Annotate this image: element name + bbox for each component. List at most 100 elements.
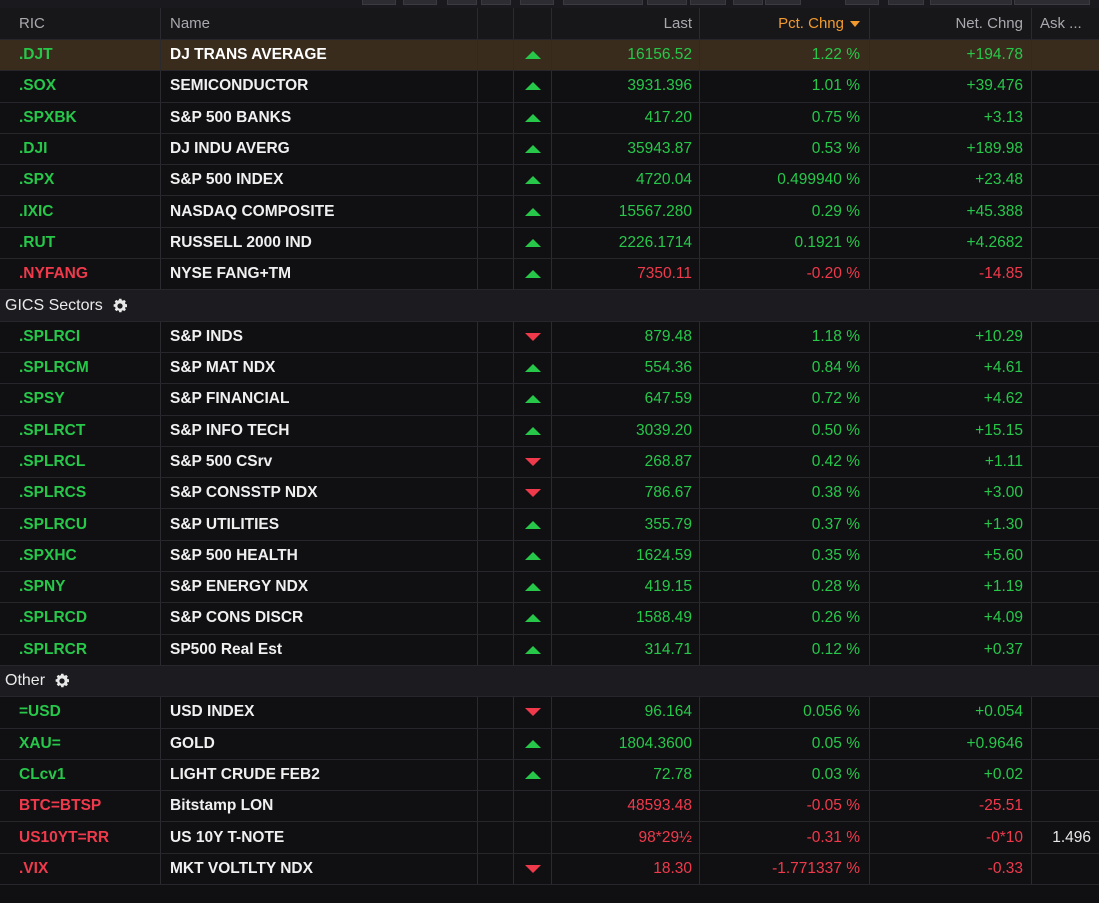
toolbar-button[interactable] (930, 0, 1012, 5)
column-header-pct-chng[interactable]: Pct. Chng (700, 8, 870, 39)
gear-icon[interactable] (111, 297, 129, 315)
table-row[interactable]: .SPLRCD S&P CONS DISCR 1588.49 0.26 % +4.09 (0, 603, 1099, 635)
cell-ric[interactable]: =USD (0, 697, 161, 728)
cell-last: 355.79 (552, 509, 700, 540)
toolbar-button[interactable] (765, 0, 801, 5)
column-header-ric[interactable]: RIC (0, 8, 161, 39)
cell-ric[interactable]: .SPSY (0, 384, 161, 415)
toolbar-button[interactable] (481, 0, 511, 5)
table-row[interactable]: CLcv1 LIGHT CRUDE FEB2 72.78 0.03 % +0.02 (0, 759, 1099, 792)
toolbar-button[interactable] (447, 0, 477, 5)
cell-ric[interactable]: .SPNY (0, 572, 161, 603)
table-row[interactable]: .SPLRCR SP500 Real Est 314.71 0.12 % +0.37 (0, 634, 1099, 666)
table-row[interactable]: US10YT=RR US 10Y T-NOTE 98*29½ -0.31 % -0*10… (0, 822, 1099, 854)
cell-last: 419.15 (552, 572, 700, 603)
toolbar-button[interactable] (647, 0, 687, 5)
cell-net-chng: -14.85 (870, 259, 1032, 290)
table-row[interactable]: .SPLRCL S&P 500 CSrv 268.87 0.42 % +1.11 (0, 446, 1099, 479)
cell-ric[interactable]: .SPXHC (0, 540, 161, 572)
toolbar-button[interactable] (733, 0, 763, 5)
gear-icon[interactable] (53, 672, 71, 690)
column-header-net-chng[interactable]: Net. Chng (870, 8, 1032, 39)
cell-ric[interactable]: BTC=BTSP (0, 791, 161, 822)
table-row[interactable]: =USD USD INDEX 96.164 0.056 % +0.054 (0, 697, 1099, 729)
cell-tick-direction (514, 102, 552, 133)
column-header-tick[interactable] (514, 8, 552, 39)
cell-blank (478, 133, 514, 165)
cell-ric[interactable]: .VIX (0, 853, 161, 885)
table-row[interactable]: .SPLRCU S&P UTILITIES 355.79 0.37 % +1.30 (0, 509, 1099, 541)
cell-ric[interactable]: .SPLRCI (0, 321, 161, 352)
toolbar-button[interactable] (845, 0, 879, 5)
toolbar-button[interactable] (1014, 0, 1090, 5)
cell-pct-chng: 0.72 % (700, 384, 870, 415)
toolbar-button[interactable] (563, 0, 643, 5)
toolbar-button[interactable] (403, 0, 437, 5)
cell-tick-direction (514, 540, 552, 572)
table-row[interactable]: .RUT RUSSELL 2000 IND 2226.1714 0.1921 % +4.… (0, 227, 1099, 260)
table-row[interactable]: .SPSY S&P FINANCIAL 647.59 0.72 % +4.62 (0, 384, 1099, 416)
table-row[interactable]: .SPLRCS S&P CONSSTP NDX 786.67 0.38 % +3.00 (0, 478, 1099, 510)
cell-blank (478, 697, 514, 728)
cell-ric[interactable]: .SPXBK (0, 102, 161, 133)
cell-name: S&P 500 BANKS (161, 102, 478, 133)
cell-ric[interactable]: .DJT (0, 40, 161, 71)
column-header-last[interactable]: Last (552, 8, 700, 39)
column-header-ask[interactable]: Ask ... (1032, 8, 1099, 39)
table-row[interactable]: .SPX S&P 500 INDEX 4720.04 0.499940 % +23.48 (0, 165, 1099, 197)
table-row[interactable]: XAU= GOLD 1804.3600 0.05 % +0.9646 (0, 728, 1099, 760)
cell-ric[interactable]: .DJI (0, 133, 161, 165)
cell-ric[interactable]: .RUT (0, 227, 161, 259)
table-row[interactable]: .SPNY S&P ENERGY NDX 419.15 0.28 % +1.19 (0, 572, 1099, 604)
table-row[interactable]: .DJT DJ TRANS AVERAGE 16156.52 1.22 % +194.7… (0, 40, 1099, 72)
cell-ric[interactable]: .SPLRCM (0, 352, 161, 384)
cell-last: 18.30 (552, 853, 700, 885)
toolbar-button[interactable] (888, 0, 924, 5)
column-header-name[interactable]: Name (161, 8, 478, 39)
cell-pct-chng: -0.05 % (700, 791, 870, 822)
cell-blank (478, 728, 514, 759)
table-row[interactable]: .DJI DJ INDU AVERG 35943.87 0.53 % +189.98 (0, 133, 1099, 166)
table-row[interactable]: .SPLRCI S&P INDS 879.48 1.18 % +10.29 (0, 321, 1099, 353)
cell-last: 48593.48 (552, 791, 700, 822)
cell-name: S&P UTILITIES (161, 509, 478, 540)
cell-pct-chng: 0.37 % (700, 509, 870, 540)
table-row[interactable]: BTC=BTSP Bitstamp LON 48593.48 -0.05 % -25.5… (0, 791, 1099, 823)
cell-ric[interactable]: .SPLRCR (0, 634, 161, 665)
cell-ric[interactable]: .SPLRCT (0, 415, 161, 446)
table-row[interactable]: .IXIC NASDAQ COMPOSITE 15567.280 0.29 % +45.… (0, 196, 1099, 228)
cell-ric[interactable]: CLcv1 (0, 759, 161, 791)
cell-last: 35943.87 (552, 133, 700, 165)
cell-ric[interactable]: .SOX (0, 71, 161, 102)
cell-pct-chng: 0.03 % (700, 759, 870, 791)
cell-ric[interactable]: .SPLRCU (0, 509, 161, 540)
section-header-row: Other (0, 665, 1099, 698)
cell-ric[interactable]: .NYFANG (0, 259, 161, 290)
table-row[interactable]: .SOX SEMICONDUCTOR 3931.396 1.01 % +39.476 (0, 71, 1099, 103)
cell-ric[interactable]: .IXIC (0, 196, 161, 227)
cell-name: S&P MAT NDX (161, 352, 478, 384)
table-row[interactable]: .SPXBK S&P 500 BANKS 417.20 0.75 % +3.13 (0, 102, 1099, 134)
cell-ric[interactable]: XAU= (0, 728, 161, 759)
toolbar-button[interactable] (690, 0, 726, 5)
cell-ric[interactable]: .SPX (0, 165, 161, 196)
cell-ric[interactable]: .SPLRCL (0, 446, 161, 478)
table-row[interactable]: .SPXHC S&P 500 HEALTH 1624.59 0.35 % +5.60 (0, 540, 1099, 573)
toolbar-button[interactable] (362, 0, 396, 5)
table-row[interactable]: .SPLRCT S&P INFO TECH 3039.20 0.50 % +15.15 (0, 415, 1099, 447)
cell-ric[interactable]: US10YT=RR (0, 822, 161, 853)
cell-ric[interactable]: .SPLRCD (0, 603, 161, 634)
table-row[interactable]: .NYFANG NYSE FANG+TM 7350.11 -0.20 % -14.85 (0, 259, 1099, 291)
cell-last: 2226.1714 (552, 227, 700, 259)
column-header-blank[interactable] (478, 8, 514, 39)
table-row[interactable]: .VIX MKT VOLTLTY NDX 18.30 -1.771337 % -0.33 (0, 853, 1099, 886)
table-row[interactable]: .SPLRCM S&P MAT NDX 554.36 0.84 % +4.61 (0, 352, 1099, 385)
up-arrow-icon (524, 113, 541, 122)
cell-last: 879.48 (552, 321, 700, 352)
up-arrow-icon (524, 270, 541, 279)
toolbar-button[interactable] (520, 0, 554, 5)
cell-last: 4720.04 (552, 165, 700, 196)
up-arrow-icon (524, 82, 541, 91)
cell-net-chng: +0.37 (870, 634, 1032, 665)
cell-ric[interactable]: .SPLRCS (0, 478, 161, 509)
